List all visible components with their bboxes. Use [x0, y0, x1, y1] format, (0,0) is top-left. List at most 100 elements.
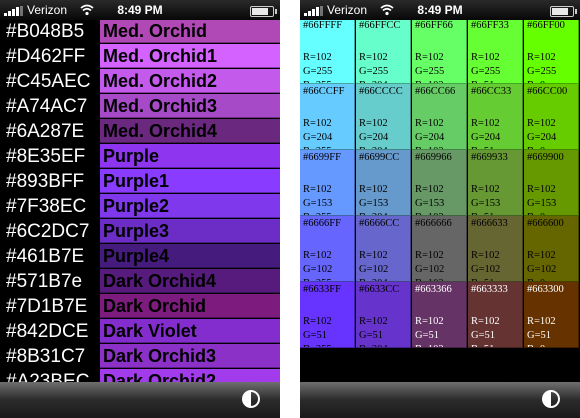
color-cell[interactable]: #66CC33R=102G=204B=51 — [468, 84, 523, 150]
hex-label: #6633CC — [359, 284, 400, 295]
hex-label: #663300 — [527, 284, 564, 295]
hex-code: #B048B5 — [6, 21, 85, 42]
red-value: R=102 — [471, 184, 500, 195]
contrast-icon[interactable] — [542, 390, 560, 408]
green-value: G=102 — [527, 264, 557, 275]
color-row[interactable]: #571B7e Dark Orchid4 — [0, 269, 280, 294]
color-cell[interactable]: #66FF00R=102G=255B=0 — [524, 20, 579, 84]
color-grid[interactable]: #66FFFF R=102 G=255 B=255 #66FFCC R=102 G=255 B… — [300, 20, 580, 382]
green-value: G=204 — [303, 132, 333, 143]
contrast-icon[interactable] — [242, 390, 260, 408]
color-cell[interactable]: #669966R=102G=153B=102 — [412, 150, 467, 216]
color-row[interactable]: #7D1B7E Dark Orchid — [0, 294, 280, 319]
color-cell[interactable]: #663333 R=102 G=51 B=51 — [468, 282, 523, 348]
red-value: R=102 — [415, 184, 444, 195]
color-row[interactable]: #6A287E Med. Orchid4 — [0, 119, 280, 144]
color-row[interactable]: #842DCE Dark Violet — [0, 319, 280, 344]
hex-code: #A74AC7 — [6, 96, 88, 117]
red-value: R=102 — [471, 250, 500, 261]
green-value: G=102 — [303, 264, 333, 275]
green-value: G=153 — [415, 198, 445, 209]
hex-code: #6A287E — [6, 121, 85, 142]
color-row[interactable]: #8E35EF Purple — [0, 144, 280, 169]
color-cell[interactable]: #66FFCCR=102G=255B=204 — [356, 20, 411, 84]
hex-label: #6699FF — [303, 152, 341, 163]
hex-label: #6699CC — [359, 152, 400, 163]
color-cell[interactable]: #6633FF R=102 G=51 B=255 — [300, 282, 355, 348]
color-cell[interactable]: #6699FFR=102G=153B=255 — [300, 150, 355, 216]
right-screen: Verizon 8:49 PM #66FFFFR=102G=255B=255#6… — [300, 0, 580, 418]
color-cell[interactable]: #66CC66R=102G=204B=102 — [412, 84, 467, 150]
color-swatch: Dark Orchid2 — [100, 369, 280, 382]
color-row[interactable]: #B048B5 Med. Orchid — [0, 20, 280, 44]
color-cell[interactable]: #66CCFFR=102G=204B=255 — [300, 84, 355, 150]
green-value: G=51 — [415, 330, 440, 341]
hex-label: #66FF00 — [527, 20, 565, 31]
hex-label: #6666FF — [303, 218, 341, 229]
green-value: G=204 — [415, 132, 445, 143]
color-cell[interactable]: #6666FFR=102G=102B=255 — [300, 216, 355, 282]
red-value: R=102 — [415, 52, 444, 63]
color-cell[interactable]: #669900R=102G=153B=0 — [524, 150, 579, 216]
green-value: G=255 — [415, 66, 445, 77]
red-value: R=102 — [527, 184, 556, 195]
hex-code: #6C2DC7 — [6, 221, 90, 242]
red-value: R=102 — [527, 316, 556, 327]
hex-label: #669966 — [415, 152, 452, 163]
color-cell[interactable]: #66CC00R=102G=204B=0 — [524, 84, 579, 150]
color-cell[interactable]: #66FFFFR=102G=255B=255 — [300, 20, 355, 84]
color-cell[interactable]: #66FF66R=102G=255B=102 — [412, 20, 467, 84]
status-bar: Verizon 8:49 PM — [300, 0, 580, 20]
red-value: R=102 — [359, 118, 388, 129]
red-value: R=102 — [303, 316, 332, 327]
hex-code: #842DCE — [6, 321, 89, 342]
color-row[interactable]: #461B7E Purple4 — [0, 244, 280, 269]
color-cell[interactable]: #666666R=102G=102B=102 — [412, 216, 467, 282]
color-row[interactable]: #D462FF Med. Orchid1 — [0, 44, 280, 69]
color-cell[interactable]: #666600R=102G=102B=0 — [524, 216, 579, 282]
status-time: 8:49 PM — [117, 3, 163, 17]
green-value: G=51 — [359, 330, 384, 341]
color-row[interactable]: #A23BEC Dark Orchid2 — [0, 369, 280, 382]
status-bar: Verizon 8:49 PM — [0, 0, 280, 20]
color-cell[interactable]: #663366 R=102 G=51 B=102 — [412, 282, 467, 348]
color-row[interactable]: #8B31C7 Dark Orchid3 — [0, 344, 280, 369]
color-row[interactable]: #7F38EC Purple2 — [0, 194, 280, 219]
color-row[interactable]: #893BFF Purple1 — [0, 169, 280, 194]
hex-label: #663366 — [415, 284, 452, 295]
red-value: R=102 — [303, 250, 332, 261]
hex-label: #66FF33 — [471, 20, 509, 31]
color-swatch: Med. Orchid3 — [100, 94, 280, 118]
green-value: G=204 — [527, 132, 557, 143]
green-value: G=102 — [471, 264, 501, 275]
color-cell[interactable]: #6666CCR=102G=102B=204 — [356, 216, 411, 282]
color-row[interactable]: #6C2DC7 Purple3 — [0, 219, 280, 244]
color-list[interactable]: #B048B5 Med. Orchid #D462FF Med. Orchid1 #C4… — [0, 20, 280, 382]
color-swatch: Purple4 — [100, 244, 280, 268]
green-value: G=153 — [471, 198, 501, 209]
color-cell[interactable]: #66CCCCR=102G=204B=204 — [356, 84, 411, 150]
battery-icon — [250, 6, 277, 17]
color-cell[interactable]: #66FF33R=102G=255B=51 — [468, 20, 523, 84]
green-value: G=204 — [471, 132, 501, 143]
hex-code: #893BFF — [6, 171, 85, 192]
green-value: G=255 — [359, 66, 389, 77]
color-row[interactable]: #C45AEC Med. Orchid2 — [0, 69, 280, 94]
color-cell[interactable]: #663300 R=102 G=51 B=0 — [524, 282, 579, 348]
color-cell[interactable]: #6633CC R=102 G=51 B=204 — [356, 282, 411, 348]
hex-code: #571B7e — [6, 271, 83, 292]
color-swatch: Purple3 — [100, 219, 280, 243]
color-swatch: Dark Violet — [100, 319, 280, 343]
color-cell[interactable]: #6699CCR=102G=153B=204 — [356, 150, 411, 216]
hex-code: #8B31C7 — [6, 346, 86, 367]
hex-code: #7D1B7E — [6, 296, 88, 317]
color-swatch: Med. Orchid2 — [100, 69, 280, 93]
red-value: R=102 — [303, 184, 332, 195]
color-row[interactable]: #A74AC7 Med. Orchid3 — [0, 94, 280, 119]
hex-label: #666633 — [471, 218, 508, 229]
green-value: G=153 — [527, 198, 557, 209]
green-value: G=51 — [527, 330, 552, 341]
color-cell[interactable]: #666633R=102G=102B=51 — [468, 216, 523, 282]
hex-label: #669933 — [471, 152, 508, 163]
color-cell[interactable]: #669933R=102G=153B=51 — [468, 150, 523, 216]
